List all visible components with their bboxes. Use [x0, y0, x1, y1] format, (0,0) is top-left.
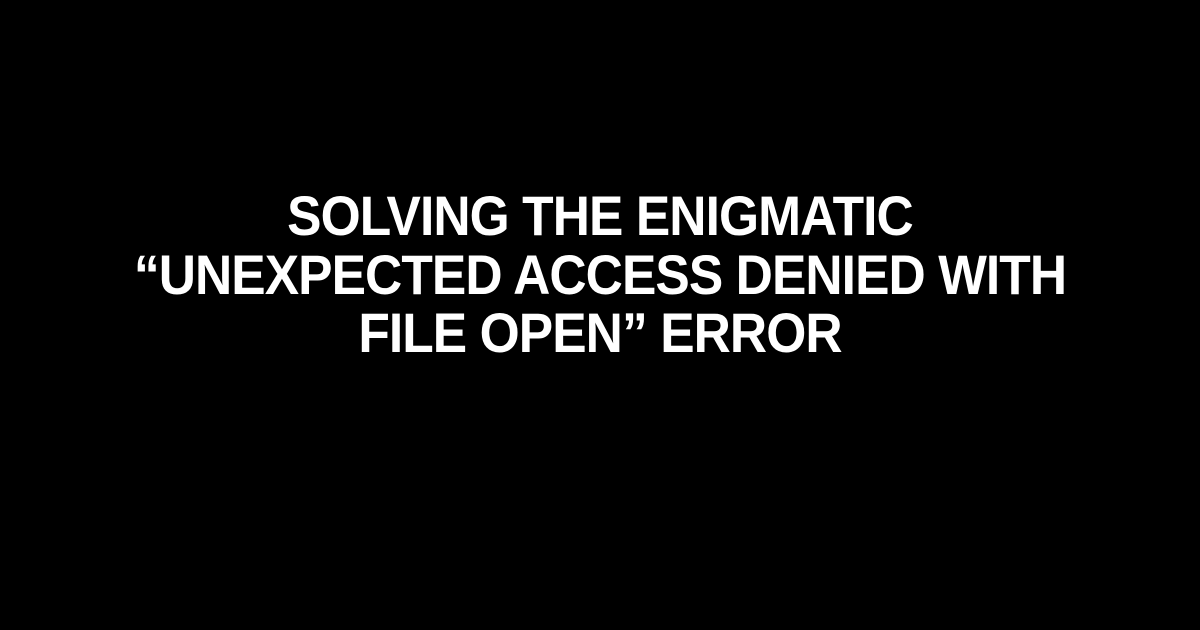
- headline-text: Solving the Enigmatic “Unexpected Access…: [48, 187, 1152, 363]
